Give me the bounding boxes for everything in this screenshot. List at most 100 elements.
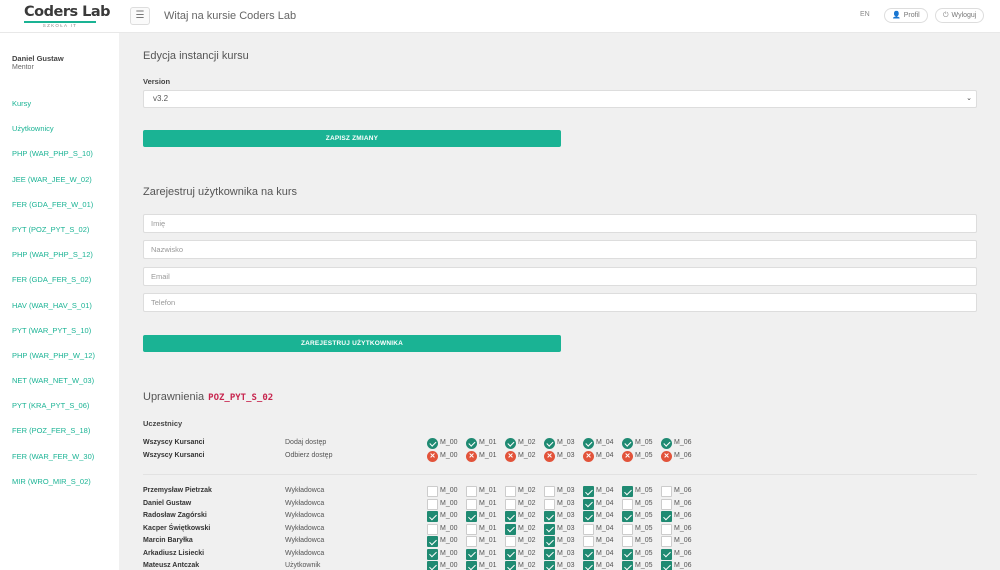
sidebar-item[interactable]: FER (GDA_FER_S_02) bbox=[12, 275, 95, 300]
check-circle-icon[interactable] bbox=[661, 438, 672, 449]
coders-lab-logo[interactable]: Coders Lab SZKOŁA IT bbox=[24, 4, 111, 29]
sidebar-item[interactable]: NET (WAR_NET_W_03) bbox=[12, 376, 95, 401]
checkbox-checked[interactable] bbox=[583, 561, 594, 570]
x-circle-icon[interactable]: ✕ bbox=[583, 450, 594, 462]
sidebar-item[interactable]: FER (WAR_FER_W_30) bbox=[12, 452, 95, 477]
checkbox-checked[interactable] bbox=[466, 548, 477, 560]
checkbox-checked[interactable] bbox=[505, 523, 516, 535]
sidebar-item[interactable]: PHP (WAR_PHP_S_12) bbox=[12, 250, 95, 275]
x-circle-icon[interactable]: ✕ bbox=[427, 450, 438, 462]
checkbox-unchecked[interactable] bbox=[466, 523, 477, 535]
checkbox-checked[interactable] bbox=[622, 548, 633, 560]
checkbox-checked[interactable] bbox=[661, 511, 672, 522]
checkbox-checked[interactable] bbox=[544, 548, 555, 560]
checkbox-unchecked[interactable] bbox=[466, 498, 477, 510]
checkbox-checked[interactable] bbox=[583, 498, 594, 510]
check-circle-icon[interactable] bbox=[466, 438, 477, 449]
checkbox-checked[interactable] bbox=[583, 511, 594, 522]
checkbox-unchecked[interactable] bbox=[466, 536, 477, 547]
checkbox-checked[interactable] bbox=[505, 511, 516, 522]
first-name-input[interactable]: Imię bbox=[143, 214, 977, 233]
x-circle-icon[interactable]: ✕ bbox=[466, 450, 477, 462]
table-row: Arkadiusz Lisiecki Wykładowca M_00 M_01 M_02… bbox=[143, 548, 743, 561]
save-changes-button[interactable]: ZAPISZ ZMIANY bbox=[143, 130, 561, 147]
sidebar-item[interactable]: PHP (WAR_PHP_W_12) bbox=[12, 351, 95, 376]
email-input[interactable]: Email bbox=[143, 267, 977, 286]
checkbox-unchecked[interactable] bbox=[466, 486, 477, 497]
checkbox-checked[interactable] bbox=[427, 511, 438, 522]
checkbox-checked[interactable] bbox=[622, 486, 633, 497]
module-label: M_04 bbox=[596, 537, 614, 544]
sidebar-item[interactable]: PHP (WAR_PHP_S_10) bbox=[12, 149, 95, 174]
language-switch[interactable]: EN bbox=[860, 11, 870, 18]
profile-button[interactable]: 👤 Profil bbox=[884, 8, 928, 23]
checkbox-checked[interactable] bbox=[466, 511, 477, 522]
sidebar-item[interactable]: Kursy bbox=[12, 99, 95, 124]
checkbox-unchecked[interactable] bbox=[427, 498, 438, 510]
module-label: M_01 bbox=[479, 512, 497, 519]
checkbox-unchecked[interactable] bbox=[583, 536, 594, 547]
check-circle-icon[interactable] bbox=[505, 438, 516, 449]
phone-input[interactable]: Telefon bbox=[143, 293, 977, 312]
checkbox-unchecked[interactable] bbox=[505, 498, 516, 510]
checkbox-unchecked[interactable] bbox=[544, 498, 555, 510]
checkbox-checked[interactable] bbox=[505, 548, 516, 560]
checkbox-checked[interactable] bbox=[466, 561, 477, 570]
module-label: M_01 bbox=[479, 524, 497, 532]
checkbox-checked[interactable] bbox=[544, 511, 555, 522]
checkbox-checked[interactable] bbox=[544, 536, 555, 547]
x-circle-icon[interactable]: ✕ bbox=[661, 450, 672, 462]
sidebar-item[interactable]: FER (GDA_FER_W_01) bbox=[12, 200, 95, 225]
checkbox-unchecked[interactable] bbox=[622, 536, 633, 547]
checkbox-unchecked[interactable] bbox=[622, 523, 633, 535]
menu-toggle-button[interactable]: ☰ bbox=[130, 7, 150, 25]
checkbox-unchecked[interactable] bbox=[661, 536, 672, 547]
checkbox-checked[interactable] bbox=[427, 561, 438, 570]
sidebar-item[interactable]: PYT (WAR_PYT_S_10) bbox=[12, 326, 95, 351]
checkbox-unchecked[interactable] bbox=[505, 486, 516, 497]
checkbox-checked[interactable] bbox=[427, 548, 438, 560]
x-circle-icon[interactable]: ✕ bbox=[622, 450, 633, 462]
logout-button[interactable]: ⏻ Wyloguj bbox=[935, 8, 985, 23]
checkbox-unchecked[interactable] bbox=[427, 523, 438, 535]
checkbox-checked[interactable] bbox=[622, 561, 633, 570]
checkbox-checked[interactable] bbox=[544, 523, 555, 535]
checkbox-unchecked[interactable] bbox=[661, 523, 672, 535]
permissions-title: Uprawnienia bbox=[143, 391, 205, 403]
module-label: M_06 bbox=[674, 487, 692, 494]
sidebar-item[interactable]: MIR (WRO_MIR_S_02) bbox=[12, 477, 95, 502]
checkbox-checked[interactable] bbox=[505, 561, 516, 570]
hamburger-icon: ☰ bbox=[135, 10, 145, 21]
x-circle-icon[interactable]: ✕ bbox=[544, 450, 555, 462]
register-user-button[interactable]: ZAREJESTRUJ UŻYTKOWNIKA bbox=[143, 335, 561, 352]
module-label: M_02 bbox=[518, 499, 536, 507]
check-circle-icon[interactable] bbox=[427, 438, 438, 449]
sidebar-item[interactable]: FER (POZ_FER_S_18) bbox=[12, 426, 95, 451]
checkbox-checked[interactable] bbox=[661, 548, 672, 560]
module-label: M_06 bbox=[674, 562, 692, 569]
checkbox-unchecked[interactable] bbox=[661, 486, 672, 497]
sidebar-item[interactable]: PYT (KRA_PYT_S_06) bbox=[12, 401, 95, 426]
checkbox-checked[interactable] bbox=[661, 561, 672, 570]
last-name-input[interactable]: Nazwisko bbox=[143, 240, 977, 259]
check-circle-icon[interactable] bbox=[622, 438, 633, 449]
version-select[interactable]: v3.2 ⌄ bbox=[143, 90, 977, 108]
checkbox-checked[interactable] bbox=[622, 511, 633, 522]
checkbox-unchecked[interactable] bbox=[427, 486, 438, 497]
sidebar-item[interactable]: Użytkownicy bbox=[12, 124, 95, 149]
sidebar-item[interactable]: HAV (WAR_HAV_S_01) bbox=[12, 301, 95, 326]
checkbox-checked[interactable] bbox=[427, 536, 438, 547]
checkbox-checked[interactable] bbox=[544, 561, 555, 570]
checkbox-unchecked[interactable] bbox=[583, 523, 594, 535]
x-circle-icon[interactable]: ✕ bbox=[505, 450, 516, 462]
checkbox-checked[interactable] bbox=[583, 548, 594, 560]
checkbox-unchecked[interactable] bbox=[661, 498, 672, 510]
checkbox-unchecked[interactable] bbox=[505, 536, 516, 547]
checkbox-unchecked[interactable] bbox=[544, 486, 555, 497]
check-circle-icon[interactable] bbox=[583, 438, 594, 449]
checkbox-unchecked[interactable] bbox=[622, 498, 633, 510]
sidebar-item[interactable]: JEE (WAR_JEE_W_02) bbox=[12, 175, 95, 200]
check-circle-icon[interactable] bbox=[544, 438, 555, 449]
sidebar-item[interactable]: PYT (POZ_PYT_S_02) bbox=[12, 225, 95, 250]
checkbox-checked[interactable] bbox=[583, 486, 594, 497]
